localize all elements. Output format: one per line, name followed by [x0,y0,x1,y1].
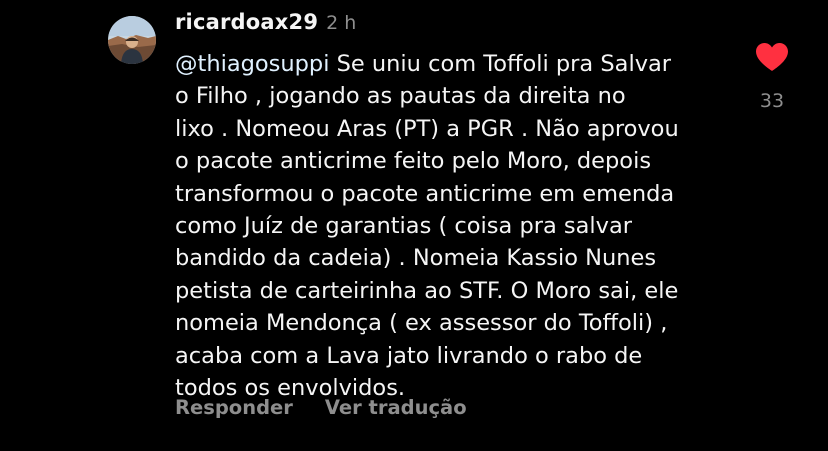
translate-button[interactable]: Ver tradução [325,396,467,419]
avatar-image [108,16,156,64]
comment-text: @thiagosuppi Se uniu com Toffoli pra Sal… [175,48,745,404]
timestamp: 2 h [326,12,357,34]
comment-line: o Filho , jogando as pautas da direita n… [175,83,626,110]
avatar[interactable] [108,16,156,64]
comment-line: bandido da cadeia) . Nomeia Kassio Nunes [175,245,657,272]
comment-line: @thiagosuppi Se uniu com Toffoli pra Sal… [175,48,745,80]
comment-line: nomeia Mendonça ( ex assessor do Toffoli… [175,310,668,337]
comment-line: transformou o pacote anticrime em emenda [175,180,675,207]
reply-button[interactable]: Responder [175,396,293,419]
comment-line: o pacote anticrime feito pelo Moro, depo… [175,148,652,175]
comment-actions: Responder Ver tradução [175,396,467,419]
mention-link[interactable]: @thiagosuppi [175,51,329,77]
comment-line: acaba com a Lava jato livrando o rabo de [175,342,643,369]
comment-line: como Juíz de garantias ( coisa pra salva… [175,213,633,240]
like-section: 33 [752,42,792,112]
heart-icon[interactable] [755,42,789,72]
like-count: 33 [759,90,785,112]
comment: ricardoax29 2 h @thiagosuppi Se uniu com… [0,0,828,451]
username[interactable]: ricardoax29 [175,10,318,34]
comment-line-text: Se uniu com Toffoli pra Salvar [329,51,672,77]
comment-header: ricardoax29 2 h [175,10,356,40]
comment-line: petista de carteirinha ao STF. O Moro sa… [175,277,679,304]
comment-line: lixo . Nomeou Aras (PT) a PGR . Não apro… [175,115,679,142]
